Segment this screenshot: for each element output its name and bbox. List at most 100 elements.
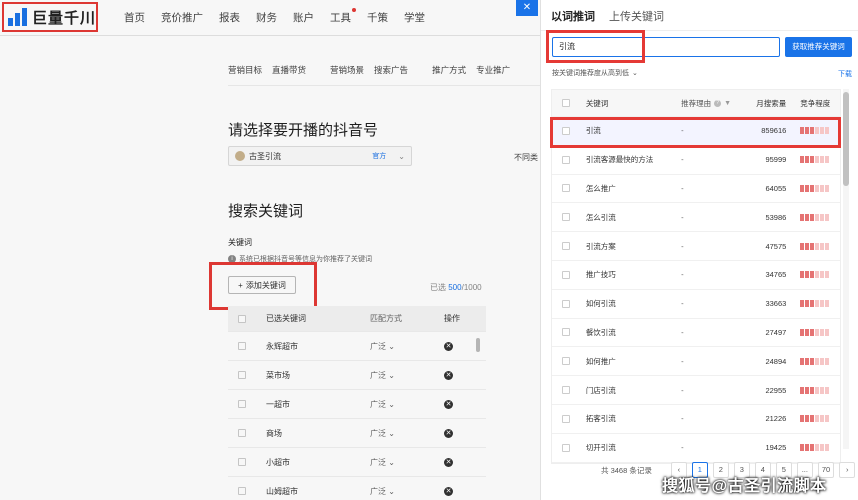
competition-bar (815, 300, 820, 308)
table-row[interactable]: 如何引流 - 33663 (552, 290, 840, 319)
keyword-cell: 餐饮引流 (585, 327, 616, 337)
row-checkbox[interactable] (562, 242, 570, 251)
competition-bar (800, 415, 805, 423)
competition-bars (800, 156, 840, 164)
competition-bar (825, 184, 830, 192)
tab-upload-keywords[interactable]: 上传关键词 (609, 8, 664, 32)
competition-bars (800, 271, 840, 279)
competition-cell (786, 357, 840, 365)
table-row[interactable]: 如何推广 - 24894 (552, 347, 840, 377)
competition-cell (786, 184, 840, 192)
volume-cell: 34765 (765, 270, 787, 280)
table-scrollbar[interactable] (843, 92, 849, 186)
competition-bar (800, 271, 805, 279)
competition-bars (800, 444, 840, 452)
table-row[interactable]: 推广技巧 - 34765 (552, 261, 840, 290)
table-row[interactable]: 拓客引流 - 21226 (552, 405, 840, 434)
sort-select[interactable]: 按关键词推荐度从高到低 ⌄ (552, 68, 638, 78)
volume-cell: 21226 (765, 414, 787, 424)
reason-cell: - (681, 270, 684, 280)
page-dim-overlay (0, 0, 540, 500)
reason-cell: - (681, 414, 684, 424)
tab-word-to-word[interactable]: 以词推词 (551, 8, 595, 32)
table-row[interactable]: 门店引流 - 22955 (552, 376, 840, 405)
row-checkbox[interactable] (562, 357, 570, 366)
competition-bar (820, 271, 825, 279)
keyword-cell: 切开引流 (585, 443, 616, 453)
competition-bar (820, 444, 825, 452)
row-checkbox[interactable] (562, 184, 570, 193)
drawer-close-button[interactable]: ✕ (516, 0, 538, 16)
row-checkbox[interactable] (562, 213, 570, 222)
keyword-cell: 推广技巧 (585, 270, 616, 280)
competition-bar (800, 300, 805, 308)
reason-cell: - (681, 327, 684, 337)
checkbox-cell (552, 184, 586, 193)
competition-bar (810, 386, 815, 394)
competition-bar (800, 213, 805, 221)
competition-bar (825, 415, 830, 423)
volume-cell: 27497 (765, 327, 787, 337)
row-checkbox[interactable] (562, 299, 570, 308)
next-page-button[interactable]: › (839, 462, 856, 478)
download-link[interactable]: 下载 (838, 69, 852, 79)
competition-bar (820, 242, 825, 250)
competition-bar (805, 415, 810, 423)
table-row[interactable]: 引流方案 - 47575 (552, 232, 840, 261)
row-checkbox[interactable] (562, 270, 570, 279)
table-row[interactable]: 餐饮引流 - 27497 (552, 319, 840, 348)
get-recommend-button[interactable]: 获取推荐关键词 (785, 37, 852, 57)
row-checkbox[interactable] (562, 386, 570, 395)
competition-bar (805, 156, 810, 164)
highlight-box-search (546, 30, 645, 63)
competition-bar (820, 300, 825, 308)
competition-bar (820, 328, 825, 336)
checkbox-cell (552, 213, 586, 222)
competition-bar (800, 444, 805, 452)
keyword-cell: 拓客引流 (585, 414, 616, 424)
competition-bar (815, 357, 820, 365)
competition-bar (825, 328, 830, 336)
competition-bar (820, 415, 825, 423)
competition-bar (820, 213, 825, 221)
reason-cell: - (681, 183, 684, 193)
competition-bar (825, 271, 830, 279)
competition-bar (810, 444, 815, 452)
competition-bar (810, 184, 815, 192)
help-icon: ? (714, 99, 722, 107)
table-row[interactable]: 怎么引流 - 53986 (552, 203, 840, 233)
filter-icon[interactable]: ▼ (724, 100, 731, 107)
competition-bars (800, 213, 840, 221)
keyword-recommend-drawer: 以词推词 上传关键词 引流 获取推荐关键词 按关键词推荐度从高到低 ⌄ 下载 关… (540, 0, 858, 500)
table-row[interactable]: 引流客源最快的方法 - 95999 (552, 146, 840, 175)
competition-bars (800, 386, 840, 394)
competition-bar (815, 242, 820, 250)
reason-cell: - (681, 356, 684, 366)
competition-bar (825, 357, 830, 365)
competition-bars (800, 357, 840, 365)
sort-label: 按关键词推荐度从高到低 (552, 70, 629, 77)
checkbox-cell (552, 299, 586, 308)
table-row[interactable]: 怎么推广 - 64055 (552, 175, 840, 204)
watermark: 搜狐号@古圣引流脚本 (662, 478, 827, 495)
row-checkbox[interactable] (562, 155, 570, 164)
competition-bar (810, 328, 815, 336)
keyword-cell: 引流方案 (585, 241, 616, 251)
row-checkbox[interactable] (562, 443, 570, 452)
competition-bar (815, 271, 820, 279)
competition-bar (815, 213, 820, 221)
competition-cell (786, 415, 840, 423)
row-checkbox[interactable] (562, 328, 570, 337)
drawer-tabs: 以词推词 上传关键词 (551, 8, 664, 32)
competition-bar (800, 156, 805, 164)
volume-cell: 95999 (765, 155, 787, 165)
total-records: 共 3468 条记录 (601, 465, 652, 475)
select-all-checkbox[interactable] (562, 99, 570, 107)
table-row[interactable]: 切开引流 - 19425 (552, 434, 840, 463)
row-checkbox[interactable] (562, 414, 570, 423)
competition-bar (810, 415, 815, 423)
table-header: 关键词 推荐理由? ▼ 月搜索量 竞争程度 (552, 90, 840, 117)
competition-cell (786, 156, 840, 164)
volume-cell: 24894 (765, 356, 787, 366)
competition-cell (786, 386, 840, 394)
